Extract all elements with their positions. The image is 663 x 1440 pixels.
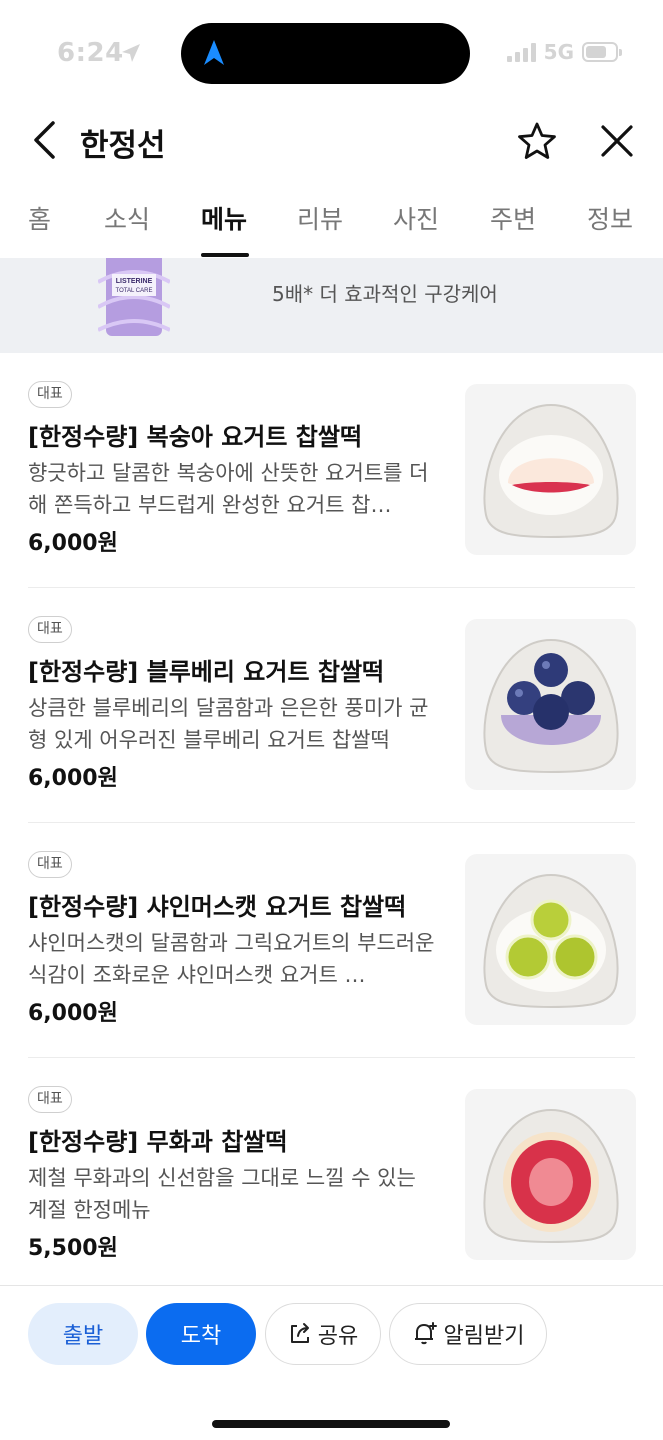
navigation-arrow-icon: [204, 40, 224, 65]
signal-icon: [506, 42, 536, 62]
bell-plus-icon: [414, 1322, 437, 1345]
share-label: 공유: [317, 1324, 359, 1349]
share-button[interactable]: 공유: [265, 1303, 381, 1365]
arrive-label: 도착: [180, 1324, 222, 1349]
signature-badge: 대표: [28, 381, 72, 408]
status-indicators: 5G: [506, 40, 622, 64]
dynamic-island: [181, 23, 470, 84]
close-icon: [601, 125, 633, 157]
menu-item-name: [한정수량] 샤인머스캣 요거트 찹쌀떡: [28, 893, 407, 921]
menu-item-description: 제철 무화과의 신선함을 그대로 느낄 수 있는 계절 한정메뉴: [28, 1166, 416, 1222]
favorite-button[interactable]: [512, 116, 562, 166]
menu-item-description: 상큼한 블루베리의 달콤함과 은은한 풍미가 균형 있게 어우러진 블루베리 요…: [28, 696, 429, 752]
notify-label: 알림받기: [443, 1324, 525, 1349]
tab-menu[interactable]: 메뉴: [201, 200, 247, 236]
menu-item-price: 6,000원: [28, 766, 118, 791]
shine-muscat-mochi-image: [465, 854, 636, 1025]
ad-brand-line-2: TOTAL CARE: [116, 288, 153, 294]
network-type: 5G: [543, 40, 574, 64]
menu-item-name: [한정수량] 복숭아 요거트 찹쌀떡: [28, 423, 363, 451]
chevron-left-icon: [34, 121, 55, 159]
menu-item[interactable]: 대표 [한정수량] 무화과 찹쌀떡 제철 무화과의 신선함을 그대로 느낄 수 …: [28, 1058, 636, 1293]
tab-reviews[interactable]: 리뷰: [297, 200, 343, 236]
menu-item-price: 6,000원: [28, 1001, 118, 1026]
ad-brand-line-1: LISTERINE: [116, 278, 153, 285]
fig-mochi-image: [465, 1089, 636, 1260]
tab-news[interactable]: 소식: [104, 200, 150, 236]
mouthwash-bottle-image: LISTERINE TOTAL CARE: [98, 258, 170, 336]
tab-info[interactable]: 정보: [587, 200, 633, 236]
menu-item-description: 향긋하고 달콤한 복숭아에 산뜻한 요거트를 더해 쫀득하고 부드럽게 완성한 …: [28, 461, 429, 517]
notify-button[interactable]: 알림받기: [389, 1303, 547, 1365]
active-tab-indicator: [201, 253, 249, 257]
status-bar: 6:24 5G: [0, 0, 663, 100]
battery-icon: [582, 42, 622, 62]
page-title: 한정선: [80, 128, 166, 164]
depart-label: 출발: [62, 1324, 104, 1349]
bottom-action-bar: 출발 도착 공유 알림받기: [0, 1285, 663, 1440]
location-arrow-icon: [122, 44, 140, 62]
menu-item[interactable]: 대표 [한정수량] 복숭아 요거트 찹쌀떡 향긋하고 달콤한 복숭아에 산뜻한 …: [28, 353, 636, 588]
place-header: 한정선: [0, 100, 663, 180]
menu-item-price: 6,000원: [28, 531, 118, 556]
close-button[interactable]: [592, 116, 642, 166]
blueberry-mochi-image: [465, 619, 636, 790]
menu-item[interactable]: 대표 [한정수량] 블루베리 요거트 찹쌀떡 상큼한 블루베리의 달콤함과 은은…: [28, 588, 636, 823]
menu-item[interactable]: 대표 [한정수량] 샤인머스캣 요거트 찹쌀떡 샤인머스캣의 달콤함과 그릭요거…: [28, 823, 636, 1058]
menu-item-description: 샤인머스캣의 달콤함과 그릭요거트의 부드러운 식감이 조화로운 샤인머스캣 요…: [28, 931, 435, 987]
tab-nearby[interactable]: 주변: [490, 200, 536, 236]
star-icon: [518, 122, 556, 159]
signature-badge: 대표: [28, 1086, 72, 1113]
arrive-button[interactable]: 도착: [146, 1303, 256, 1365]
menu-list: 대표 [한정수량] 복숭아 요거트 찹쌀떡 향긋하고 달콤한 복숭아에 산뜻한 …: [0, 353, 663, 1293]
signature-badge: 대표: [28, 851, 72, 878]
back-button[interactable]: [22, 116, 66, 164]
tab-photos[interactable]: 사진: [393, 200, 439, 236]
menu-item-price: 5,500원: [28, 1236, 118, 1261]
peach-mochi-image: [465, 384, 636, 555]
signature-badge: 대표: [28, 616, 72, 643]
status-time: 6:24: [57, 38, 124, 68]
ad-subtext: 5배* 더 효과적인 구강케어: [272, 282, 498, 306]
menu-item-name: [한정수량] 무화과 찹쌀떡: [28, 1128, 288, 1156]
ad-banner[interactable]: LISTERINE TOTAL CARE 5배* 더 효과적인 구강케어: [0, 258, 663, 353]
menu-item-name: [한정수량] 블루베리 요거트 찹쌀떡: [28, 658, 385, 686]
home-indicator[interactable]: [212, 1420, 450, 1428]
share-icon: [290, 1323, 309, 1343]
tab-bar: 홈 소식 메뉴 리뷰 사진 주변 정보: [0, 190, 663, 258]
depart-button[interactable]: 출발: [28, 1303, 138, 1365]
tab-home[interactable]: 홈: [28, 200, 51, 236]
